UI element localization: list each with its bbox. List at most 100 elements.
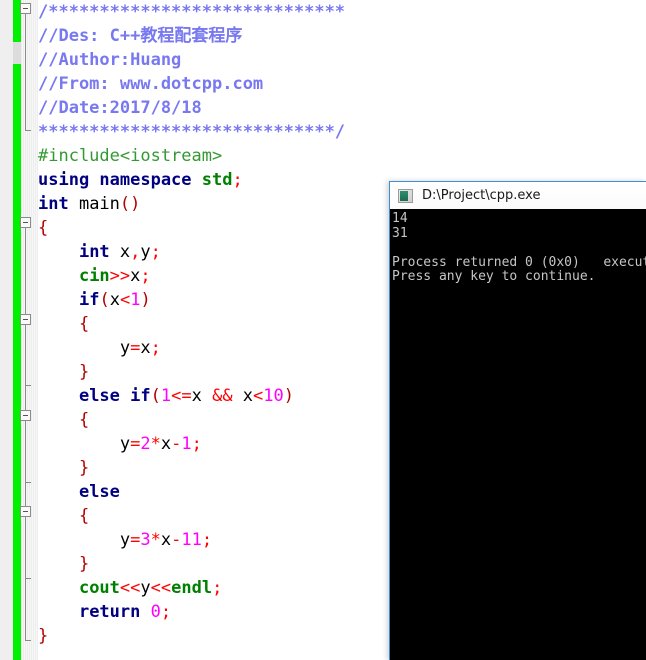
code-token xyxy=(38,554,79,574)
code-token: ) xyxy=(140,290,150,310)
code-token: <= xyxy=(171,386,191,406)
code-token: * xyxy=(151,530,161,550)
code-token: return xyxy=(79,602,151,622)
fold-toggle-icon[interactable] xyxy=(20,506,31,517)
code-token: 1 xyxy=(161,386,171,406)
code-token: ; xyxy=(212,578,222,598)
code-token: y xyxy=(140,242,150,262)
console-app-icon xyxy=(398,188,414,204)
code-token: { xyxy=(79,506,89,526)
change-bar-segment xyxy=(13,64,21,660)
code-token: int xyxy=(38,194,79,214)
code-token: x xyxy=(233,386,253,406)
code-token: << xyxy=(151,578,171,598)
console-line: Press any key to continue. xyxy=(392,270,646,285)
console-line: Process returned 0 (0x0) execution xyxy=(392,256,646,271)
code-token xyxy=(38,266,79,286)
code-token: ; xyxy=(192,434,202,454)
change-bar-gap xyxy=(13,42,21,64)
fold-toggle-icon[interactable] xyxy=(20,410,31,421)
code-token: /***************************** xyxy=(38,2,345,22)
fold-toggle-icon[interactable] xyxy=(20,217,31,228)
code-token: ; xyxy=(151,242,161,262)
code-token: 10 xyxy=(263,386,283,406)
code-token: else if xyxy=(79,386,151,406)
console-line: 31 xyxy=(392,227,646,242)
code-token: } xyxy=(38,626,48,646)
code-token: cin xyxy=(79,266,110,286)
code-token xyxy=(38,410,79,430)
code-token: if xyxy=(79,290,99,310)
code-token: = xyxy=(130,434,140,454)
code-token: { xyxy=(79,314,89,334)
fold-end-tick xyxy=(25,578,31,579)
code-token: *****************************/ xyxy=(38,122,345,142)
fold-end-tick xyxy=(25,482,31,483)
code-token xyxy=(38,530,120,550)
code-token xyxy=(38,506,79,526)
fold-connector-line xyxy=(25,14,26,130)
code-token: x xyxy=(140,338,150,358)
code-token: y xyxy=(140,578,150,598)
code-token: y xyxy=(120,434,130,454)
code-line: /***************************** xyxy=(38,0,646,24)
code-token: int xyxy=(79,242,120,262)
code-token: x xyxy=(130,266,140,286)
code-token: x xyxy=(110,290,120,310)
code-line: #include<iostream> xyxy=(38,144,646,168)
code-line: //Date:2017/8/18 xyxy=(38,96,646,120)
code-token: ( xyxy=(151,386,161,406)
fold-margin[interactable] xyxy=(21,0,38,660)
code-token: , xyxy=(130,242,140,262)
code-token: } xyxy=(79,458,89,478)
code-token: cout xyxy=(79,578,120,598)
code-line: //From: www.dotcpp.com xyxy=(38,72,646,96)
code-token: < xyxy=(253,386,263,406)
editor-left-margin xyxy=(0,0,13,660)
code-token: 0 xyxy=(151,602,161,622)
console-output: 1431 Process returned 0 (0x0) executionP… xyxy=(390,209,646,660)
code-token xyxy=(38,242,79,262)
code-token: 3 xyxy=(140,530,150,550)
code-token: = xyxy=(130,338,140,358)
code-token: && xyxy=(212,386,232,406)
code-token xyxy=(38,314,79,334)
code-token xyxy=(38,386,79,406)
code-token: ; xyxy=(202,530,212,550)
code-token: < xyxy=(120,290,130,310)
code-token xyxy=(38,338,120,358)
fold-toggle-icon[interactable] xyxy=(20,3,31,14)
code-token: 1 xyxy=(181,434,191,454)
code-token xyxy=(38,362,79,382)
code-token: endl xyxy=(171,578,212,598)
code-token: using namespace xyxy=(38,170,202,190)
code-token xyxy=(38,458,79,478)
code-token: ( xyxy=(99,290,109,310)
code-token: } xyxy=(79,554,89,574)
console-line: 14 xyxy=(392,212,646,227)
code-token: x xyxy=(192,386,212,406)
code-token: x xyxy=(161,434,171,454)
code-token: = xyxy=(130,530,140,550)
code-token: ; xyxy=(140,266,150,286)
code-token: //Author:Huang xyxy=(38,50,181,70)
code-line: *****************************/ xyxy=(38,120,646,144)
console-title-bar[interactable]: D:\Project\cpp.exe xyxy=(390,182,646,209)
code-token: () xyxy=(120,194,140,214)
code-token xyxy=(38,578,79,598)
code-token: ) xyxy=(284,386,294,406)
console-line xyxy=(392,241,646,256)
code-token: - xyxy=(171,530,181,550)
code-token: x xyxy=(120,242,130,262)
code-token xyxy=(38,602,79,622)
code-line: //Author:Huang xyxy=(38,48,646,72)
console-window[interactable]: D:\Project\cpp.exe 1431 Process returned… xyxy=(389,181,646,660)
code-token: >> xyxy=(110,266,130,286)
console-title-text: D:\Project\cpp.exe xyxy=(422,188,540,203)
code-token: x xyxy=(161,530,171,550)
code-token: ; xyxy=(151,338,161,358)
code-token: //Des: C++教程配套程序 xyxy=(38,26,242,46)
fold-toggle-icon[interactable] xyxy=(20,314,31,325)
code-token xyxy=(38,482,79,502)
code-token: std xyxy=(202,170,233,190)
